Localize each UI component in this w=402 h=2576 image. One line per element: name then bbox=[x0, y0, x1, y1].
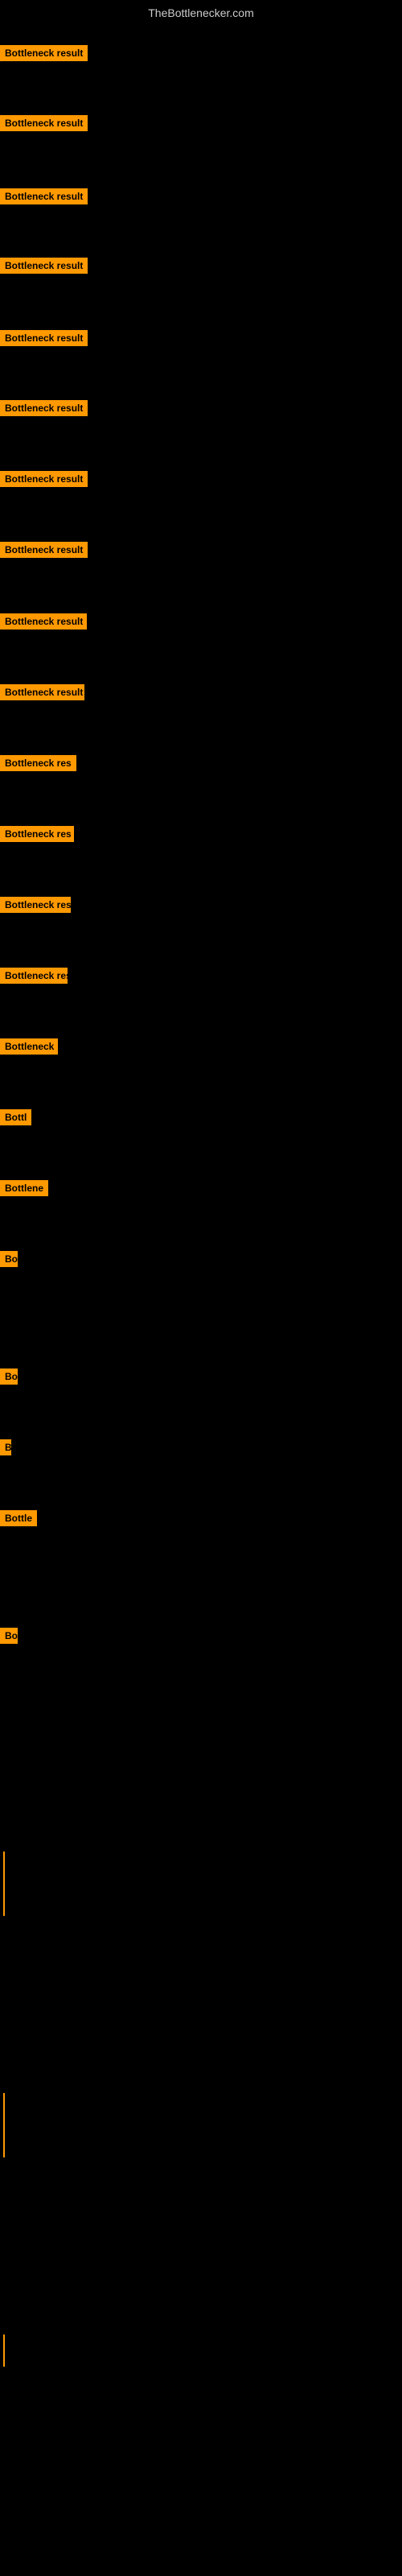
bottleneck-badge: Bottleneck res bbox=[0, 755, 76, 771]
vertical-line bbox=[3, 2334, 5, 2367]
bottleneck-badge: Bottleneck result bbox=[0, 188, 88, 204]
bottleneck-badge: Bottleneck res bbox=[0, 826, 74, 842]
bottleneck-badge: Bottl bbox=[0, 1109, 31, 1125]
vertical-line bbox=[3, 1852, 5, 1916]
bottleneck-badge: Bottleneck result bbox=[0, 330, 88, 346]
vertical-line bbox=[3, 2093, 5, 2157]
bottleneck-badge: Bottleneck res bbox=[0, 897, 71, 913]
bottleneck-badge: Bottleneck bbox=[0, 1038, 58, 1055]
bottleneck-badge: Bottleneck result bbox=[0, 471, 88, 487]
bottleneck-badge: Bo bbox=[0, 1251, 18, 1267]
bottleneck-badge: Bottleneck result bbox=[0, 115, 88, 131]
bottleneck-badge: Bottleneck result bbox=[0, 542, 88, 558]
bottleneck-badge: Bottleneck result bbox=[0, 613, 87, 630]
bottleneck-badge: Bottleneck res bbox=[0, 968, 68, 984]
bottleneck-badge: Bo bbox=[0, 1628, 18, 1644]
bottleneck-badge: Bottleneck result bbox=[0, 400, 88, 416]
bottleneck-badge: B bbox=[0, 1439, 11, 1455]
bottleneck-badge: Bottleneck result bbox=[0, 45, 88, 61]
site-title: TheBottlenecker.com bbox=[0, 0, 402, 26]
bottleneck-badge: Bottleneck result bbox=[0, 258, 88, 274]
bottleneck-badge: Bottleneck result bbox=[0, 684, 84, 700]
bottleneck-badge: Bottlene bbox=[0, 1180, 48, 1196]
bottleneck-badge: Bottle bbox=[0, 1510, 37, 1526]
bottleneck-badge: Bo bbox=[0, 1368, 18, 1385]
